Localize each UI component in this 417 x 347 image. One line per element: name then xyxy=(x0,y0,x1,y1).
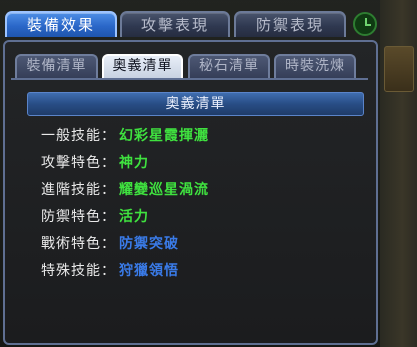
row-label: 攻擊特色 xyxy=(41,155,101,171)
tab-defense-performance[interactable]: 防禦表現 xyxy=(234,11,346,37)
row-label: 進階技能 xyxy=(41,182,101,198)
row-colon: ： xyxy=(101,236,115,252)
section-title: 奧義清單 xyxy=(27,92,364,116)
side-inventory-strip xyxy=(380,0,417,347)
list-item: 特殊技能： 狩獵領悟 xyxy=(41,261,361,288)
row-colon: ： xyxy=(101,209,115,225)
clock-icon[interactable] xyxy=(353,12,377,36)
secret-list: 一般技能： 幻彩星霞揮灑 攻擊特色： 神力 進階技能： 耀變巡星渦流 防禦特色： 活力 戰術特色… xyxy=(41,126,361,288)
subtab-stone-list[interactable]: 秘石清單 xyxy=(188,54,270,78)
row-value: 耀變巡星渦流 xyxy=(119,182,209,198)
sub-tab-bar: 裝備清單 奧義清單 秘石清單 時裝洗煉 xyxy=(11,54,371,80)
row-colon: ： xyxy=(101,128,115,144)
list-item: 攻擊特色： 神力 xyxy=(41,153,361,180)
row-colon: ： xyxy=(101,155,115,171)
subtab-fashion-wash[interactable]: 時裝洗煉 xyxy=(274,54,356,78)
row-label: 特殊技能 xyxy=(41,263,101,279)
row-label: 防禦特色 xyxy=(41,209,101,225)
row-colon: ： xyxy=(101,263,115,279)
inventory-item[interactable] xyxy=(384,46,414,92)
list-item: 戰術特色： 防禦突破 xyxy=(41,234,361,261)
row-value: 狩獵領悟 xyxy=(119,263,179,279)
equip-effect-panel: 裝備清單 奧義清單 秘石清單 時裝洗煉 奧義清單 一般技能： 幻彩星霞揮灑 攻擊特色… xyxy=(3,40,378,345)
row-value: 幻彩星霞揮灑 xyxy=(119,128,209,144)
list-item: 進階技能： 耀變巡星渦流 xyxy=(41,180,361,207)
row-colon: ： xyxy=(101,182,115,198)
subtab-equip-list[interactable]: 裝備清單 xyxy=(15,54,98,78)
row-value: 活力 xyxy=(119,209,149,225)
subtab-secret-list[interactable]: 奧義清單 xyxy=(102,54,183,78)
subtab-divider xyxy=(11,78,368,80)
list-item: 一般技能： 幻彩星霞揮灑 xyxy=(41,126,361,153)
row-label: 戰術特色 xyxy=(41,236,101,252)
tab-equip-effect[interactable]: 裝備效果 xyxy=(5,11,117,37)
row-value: 神力 xyxy=(119,155,149,171)
row-label: 一般技能 xyxy=(41,128,101,144)
list-item: 防禦特色： 活力 xyxy=(41,207,361,234)
tab-attack-performance[interactable]: 攻擊表現 xyxy=(120,11,230,37)
top-tab-bar: 裝備效果 攻擊表現 防禦表現 xyxy=(0,0,417,44)
row-value: 防禦突破 xyxy=(119,236,179,252)
